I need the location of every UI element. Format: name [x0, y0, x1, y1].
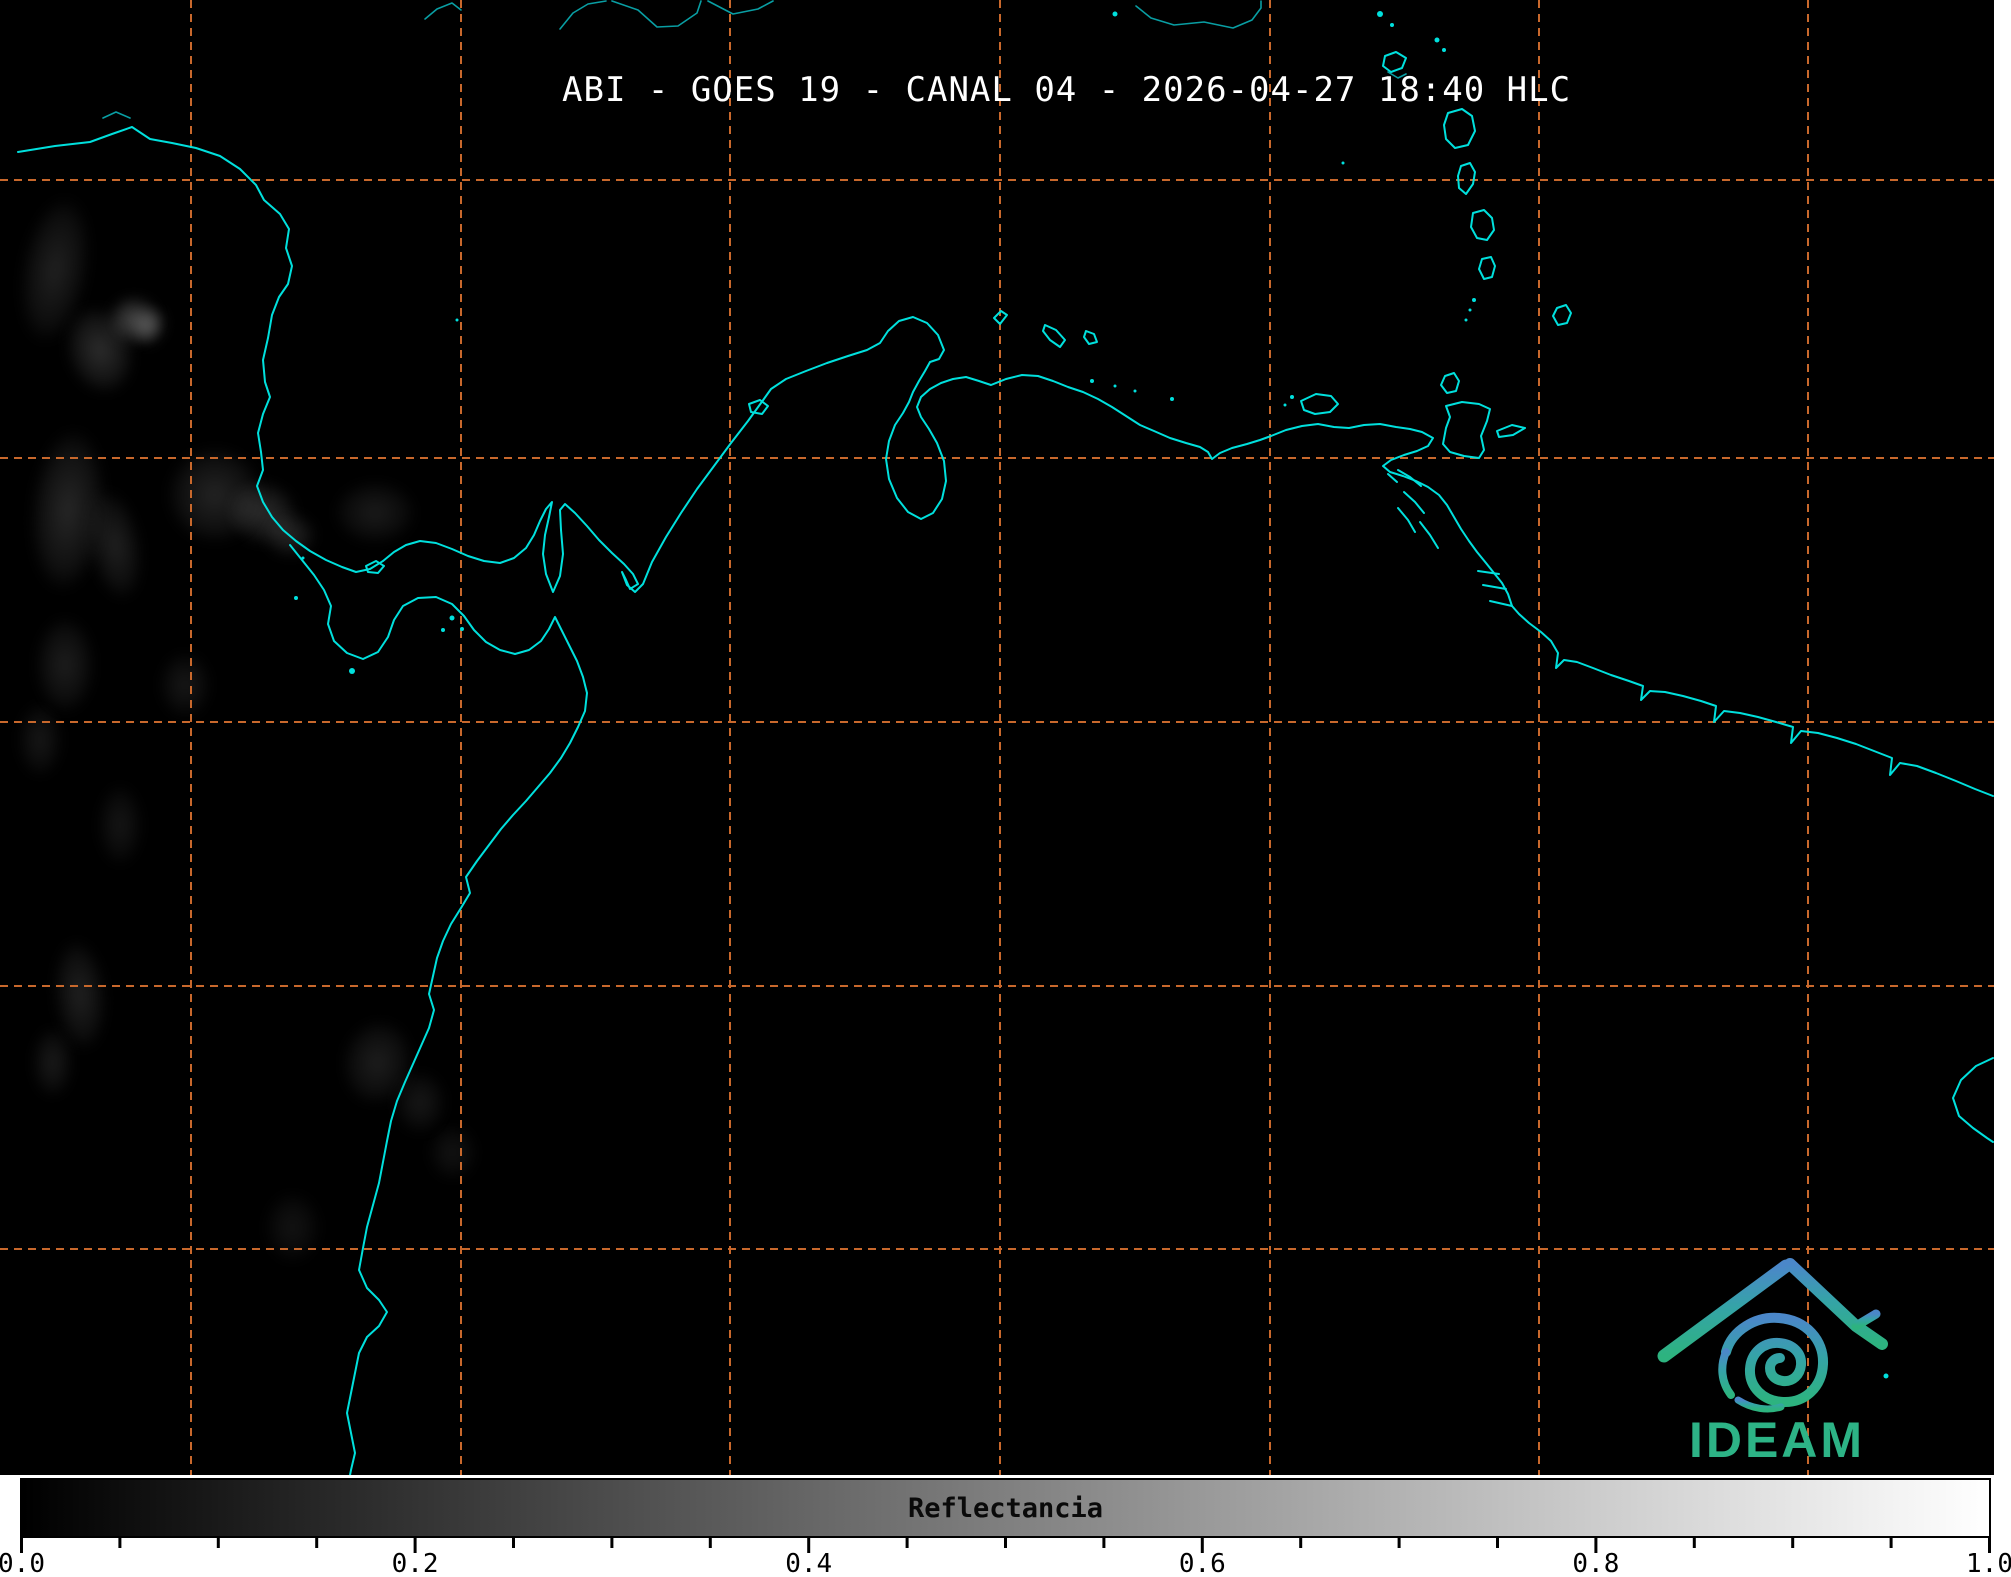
colorbar-ticks — [20, 1538, 1991, 1553]
satellite-map: ABI - GOES 19 - CANAL 04 - 2026-04-27 18… — [0, 0, 1994, 1475]
colorbar-tick-label: 1.0 — [1966, 1549, 2011, 1577]
colorbar-tick-label: 0.4 — [785, 1549, 833, 1577]
colorbar-tick-label: 0.2 — [391, 1549, 439, 1577]
colorbar-tick-label: 0.8 — [1572, 1549, 1620, 1577]
image-title: ABI - GOES 19 - CANAL 04 - 2026-04-27 18… — [562, 70, 1572, 110]
satellite-image-viewer: ABI - GOES 19 - CANAL 04 - 2026-04-27 18… — [0, 0, 2011, 1577]
colorbar-label-row: Reflectancia — [20, 1478, 1991, 1538]
ideam-logo: IDEAM — [1652, 1256, 1902, 1471]
colorbar-tick-label: 0.6 — [1178, 1549, 1226, 1577]
logo-spiral — [1718, 1312, 1828, 1413]
colorbar-tick-label: 0.0 — [0, 1549, 45, 1577]
colorbar-label: Reflectancia — [907, 1492, 1104, 1524]
ideam-logo-graphic — [1657, 1258, 1888, 1413]
map-graticule-coastlines — [0, 0, 1994, 1475]
ideam-logo-text: IDEAM — [1688, 1412, 1866, 1468]
